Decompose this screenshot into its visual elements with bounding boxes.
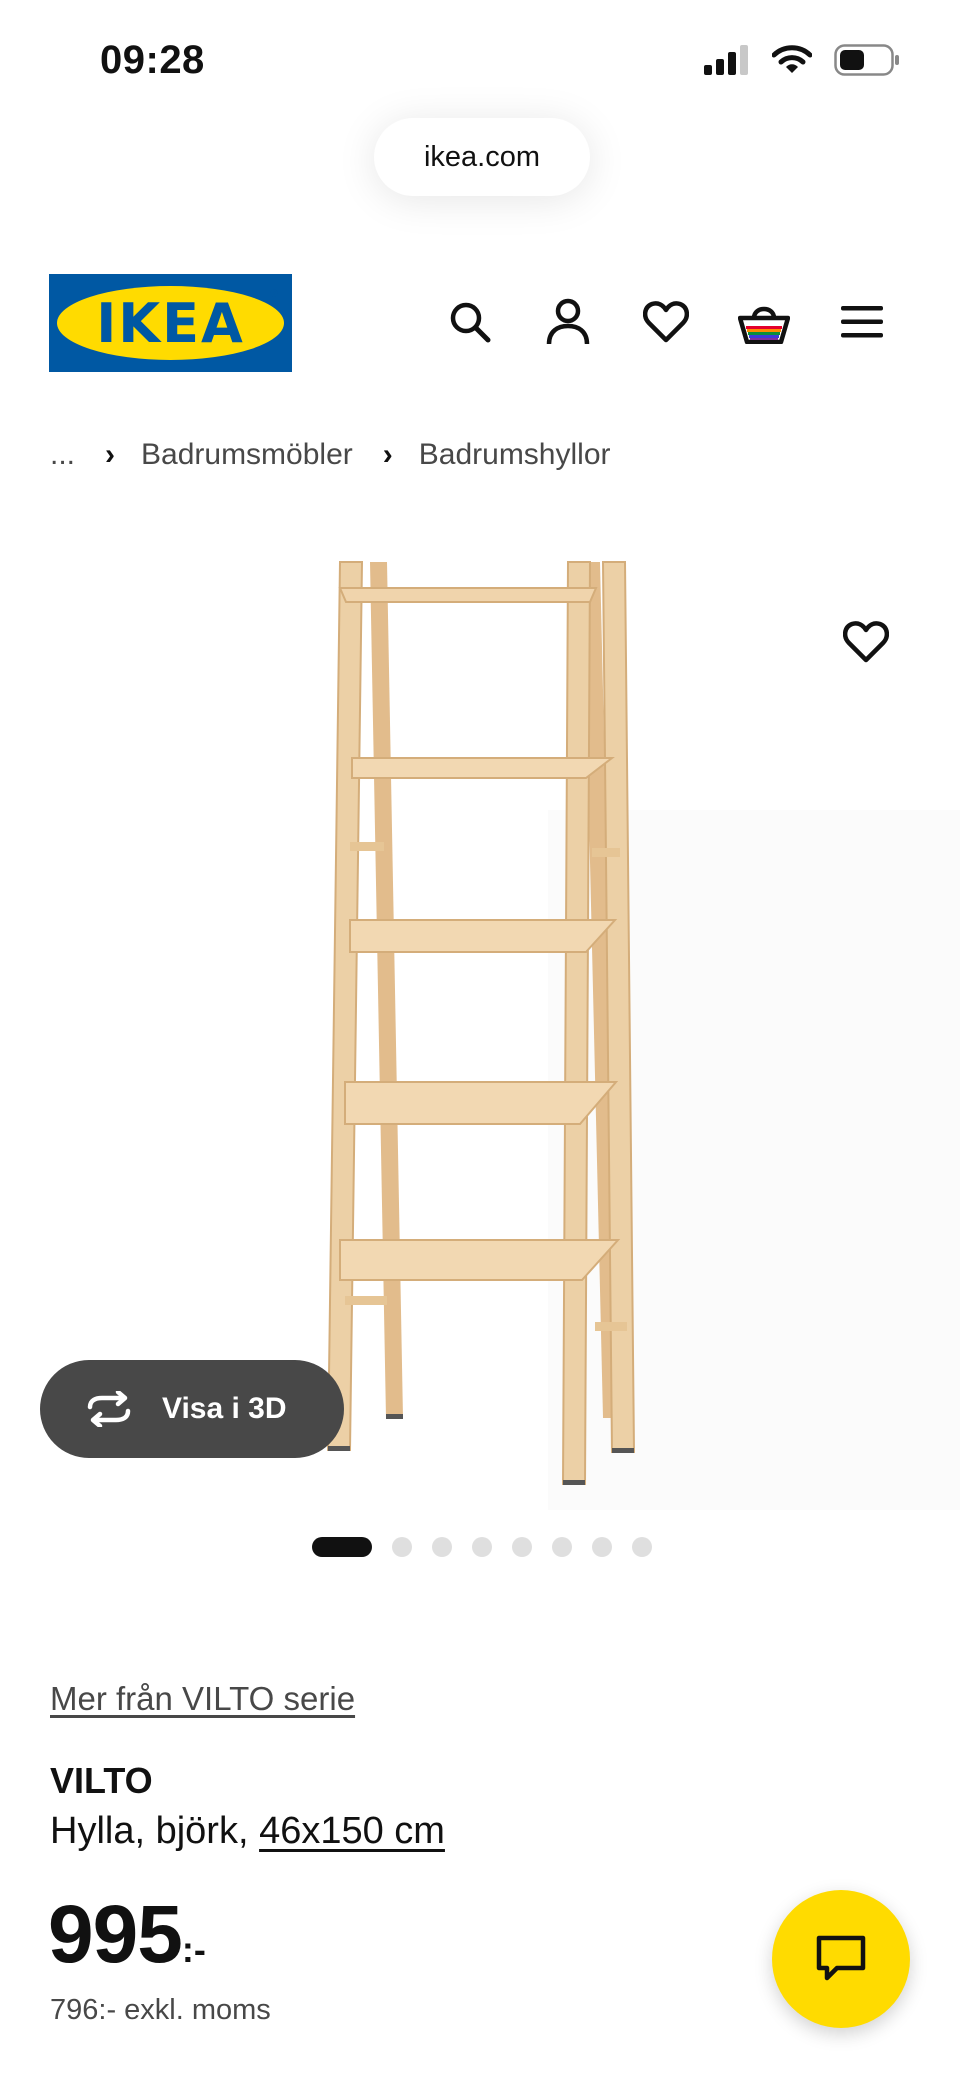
- view-in-3d-label: Visa i 3D: [162, 1392, 287, 1425]
- status-time: 09:28: [100, 38, 205, 82]
- carousel-dot[interactable]: [632, 1537, 652, 1557]
- chat-bubble-icon: [816, 1935, 866, 1981]
- carousel-dot[interactable]: [592, 1537, 612, 1557]
- image-carousel-indicator: [312, 1537, 652, 1557]
- carousel-dot[interactable]: [512, 1537, 532, 1557]
- chevron-right-icon: ›: [105, 438, 116, 471]
- view-in-3d-button[interactable]: Visa i 3D: [40, 1360, 344, 1458]
- product-name: VILTO: [50, 1760, 153, 1801]
- heart-icon: [843, 621, 889, 663]
- ikea-logo[interactable]: IKEA ®: [49, 274, 292, 372]
- search-icon[interactable]: [444, 296, 496, 348]
- price-suffix: :-: [181, 1929, 206, 1970]
- carousel-dot-active[interactable]: [312, 1537, 372, 1557]
- product-size-link[interactable]: 46x150 cm: [259, 1810, 445, 1852]
- basket-icon[interactable]: [738, 296, 790, 348]
- product-description: Hylla, björk, 46x150 cm: [50, 1810, 445, 1853]
- breadcrumb-ellipsis[interactable]: ...: [50, 438, 75, 472]
- account-icon[interactable]: [542, 296, 594, 348]
- browser-url-bar[interactable]: ikea.com: [374, 118, 590, 196]
- product-type: Hylla, björk,: [50, 1810, 249, 1852]
- carousel-dot[interactable]: [432, 1537, 452, 1557]
- carousel-dot[interactable]: [552, 1537, 572, 1557]
- breadcrumb: ... › Badrumsmöbler › Badrumshyllor: [50, 438, 611, 472]
- price-excl-vat: 796:- exkl. moms: [50, 1994, 271, 2026]
- rotate-3d-icon: [87, 1391, 131, 1427]
- series-link[interactable]: Mer från VILTO serie: [50, 1680, 355, 1718]
- add-to-favourites-button[interactable]: [836, 612, 896, 672]
- menu-icon[interactable]: [836, 296, 888, 348]
- battery-icon: [834, 44, 899, 76]
- status-icons: [704, 44, 900, 76]
- breadcrumb-item[interactable]: Badrumsmöbler: [141, 438, 353, 472]
- logo-text: IKEA: [96, 291, 245, 355]
- cellular-signal-icon: [704, 45, 748, 75]
- chat-button[interactable]: [772, 1890, 910, 2028]
- shelf-illustration: [326, 561, 960, 1510]
- carousel-dot[interactable]: [392, 1537, 412, 1557]
- price-value: 995: [48, 1889, 183, 1980]
- product-price: 995:-: [48, 1888, 206, 1982]
- favourites-icon[interactable]: [640, 296, 692, 348]
- wifi-icon: [772, 45, 812, 73]
- chevron-right-icon: ›: [382, 438, 393, 471]
- breadcrumb-item[interactable]: Badrumshyllor: [419, 438, 611, 472]
- carousel-dot[interactable]: [472, 1537, 492, 1557]
